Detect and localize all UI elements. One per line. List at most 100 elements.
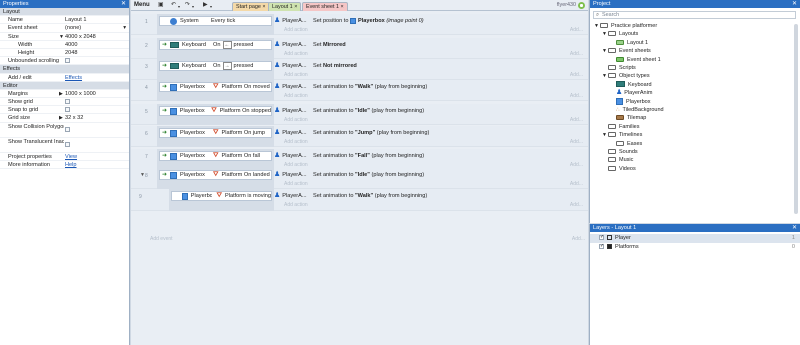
property-value[interactable]: 4000 x 2048 <box>64 33 129 40</box>
property-value[interactable] <box>64 123 129 137</box>
checkbox[interactable] <box>65 99 70 105</box>
property-row[interactable]: Add / edit Effects <box>0 74 129 82</box>
chevron-down-icon[interactable]: ▾ <box>123 24 126 32</box>
tree-node[interactable]: Eases <box>610 140 642 148</box>
property-value[interactable]: Help <box>64 161 129 168</box>
add-action-link[interactable]: Add action <box>284 139 308 145</box>
tab-layout-1[interactable]: Layout 1 × <box>268 2 302 11</box>
property-row[interactable]: Margins ▶ 1000 x 1000 <box>0 90 129 99</box>
event-row[interactable]: 7 ➜ Playerbox ⛛ Platform On fall ♟ PlayerA... S… <box>131 149 588 170</box>
close-icon[interactable]: ✕ <box>792 0 797 8</box>
tree-node[interactable]: Playerbox <box>610 97 650 106</box>
condition[interactable]: ➜ Playerbox ⛛ Platform On jump <box>159 128 272 138</box>
property-value[interactable]: (none) <box>64 24 129 31</box>
condition[interactable]: ➜ Keyboard On → pressed <box>159 61 272 71</box>
action-object[interactable]: ♟ PlayerA... <box>274 16 307 26</box>
search-input[interactable]: ⌕ Search <box>593 11 796 19</box>
add-sub-link[interactable]: Add... <box>570 117 583 123</box>
tree-node[interactable]: ▼ Layouts <box>602 30 638 38</box>
checkbox[interactable] <box>65 126 70 132</box>
lock-icon[interactable] <box>607 244 612 250</box>
action-text[interactable]: Set animation to "Jump" (play from begin… <box>313 128 429 138</box>
property-value[interactable]: Effects <box>64 74 129 81</box>
add-action-link[interactable]: Add action <box>284 117 308 123</box>
condition[interactable]: ➜ Playerbox ⛛ Platform On moved <box>159 82 272 92</box>
property-value[interactable] <box>64 57 129 64</box>
add-event-link[interactable]: Add event <box>150 236 173 242</box>
property-row[interactable]: Show Collision Polygons <box>0 123 129 138</box>
property-value[interactable]: Layout 1 <box>64 16 129 23</box>
layer-row[interactable]: ✓ Player 1 <box>590 234 800 243</box>
property-link[interactable]: Effects <box>65 75 82 81</box>
add-sub-link[interactable]: Add... <box>570 181 583 187</box>
redo-icon[interactable]: ↷ <box>185 1 190 10</box>
close-icon[interactable]: ✕ <box>121 0 126 8</box>
checkbox[interactable] <box>65 107 70 113</box>
property-row[interactable]: Unbounded scrolling <box>0 57 129 66</box>
action-object[interactable]: ♟ PlayerA... <box>274 106 307 116</box>
action-object[interactable]: ♟ PlayerA... <box>274 128 307 138</box>
add-action-link[interactable]: Add action <box>284 202 308 208</box>
username[interactable]: flyer430 <box>557 1 576 10</box>
lock-icon[interactable] <box>607 235 612 241</box>
event-row[interactable]: ▼ 8 ➜ Playerbox ⛛ Platform On landed ♟ PlayerA.… <box>131 168 588 189</box>
condition[interactable]: ➜ Playerbox ⛛ Platform On landed <box>159 170 272 180</box>
property-row[interactable]: Width 4000 <box>0 41 129 49</box>
property-value[interactable]: 4000 <box>64 41 129 48</box>
checkbox[interactable] <box>65 141 70 147</box>
property-row[interactable]: Size ▼ 4000 x 2048 <box>0 33 129 41</box>
undo-icon[interactable]: ↶ <box>171 1 176 10</box>
add-action-link[interactable]: Add action <box>284 51 308 57</box>
chevron-down-icon[interactable]: ▾ <box>210 2 212 11</box>
close-icon[interactable]: × <box>294 4 297 10</box>
add-sub-link[interactable]: Add... <box>570 93 583 99</box>
condition[interactable]: ➜ Playerbox ⛛ Platform On fall <box>159 151 272 161</box>
property-value[interactable] <box>64 138 129 152</box>
action-object[interactable]: ♟ PlayerA... <box>274 170 307 180</box>
property-row[interactable]: Show grid <box>0 98 129 107</box>
action-text[interactable]: Set position to Playerbox (image point 0… <box>313 16 424 26</box>
condition[interactable]: Playerbox ⛛Platform is moving <box>171 191 272 201</box>
property-row[interactable]: Project properties View <box>0 153 129 161</box>
tree-node[interactable]: Videos <box>602 165 636 173</box>
event-row[interactable]: 2 ➜ Keyboard On ← pressed ♟ PlayerA... Set Mirro… <box>131 38 588 59</box>
checkbox[interactable] <box>65 58 70 64</box>
play-icon[interactable]: ▶ <box>203 1 208 10</box>
tree-node[interactable]: ♟ PlayerAnim <box>610 89 652 97</box>
property-link[interactable]: Help <box>65 162 77 168</box>
add-sub-link[interactable]: Add... <box>570 27 583 33</box>
action-text[interactable]: Set animation to "Walk" (play from begin… <box>313 191 427 201</box>
property-row[interactable]: Height 2048 <box>0 49 129 58</box>
menu-button[interactable]: Menu <box>134 1 150 10</box>
tree-node[interactable]: Scripts <box>602 64 636 72</box>
tree-node[interactable]: Music <box>602 156 633 164</box>
event-row[interactable]: 1 System Every tick ♟ PlayerA... Set position… <box>131 14 588 35</box>
tree-node[interactable]: ∴ TiledBackground <box>610 106 664 114</box>
action-text[interactable]: Set Not mirrored <box>313 61 357 71</box>
property-value[interactable]: View <box>64 153 129 160</box>
tree-node[interactable]: ▼ Practice platformer <box>594 22 657 30</box>
property-row[interactable]: Name Layout 1 <box>0 16 129 25</box>
action-object[interactable]: ♟ PlayerA... <box>274 40 307 50</box>
action-object[interactable]: ♟ PlayerA... <box>274 191 307 201</box>
expand-right-icon[interactable]: ▶ <box>59 90 63 98</box>
tree-node[interactable]: Families <box>602 123 639 131</box>
action-text[interactable]: Set animation to "Idle" (play from begin… <box>313 106 424 116</box>
chevron-down-icon[interactable]: ▾ <box>178 2 180 11</box>
property-row[interactable]: Snap to grid <box>0 106 129 115</box>
property-row[interactable]: Grid size ▶ 32 x 32 <box>0 114 129 123</box>
tree-node[interactable]: Tilemap <box>610 114 646 122</box>
property-value[interactable] <box>64 98 129 105</box>
action-text[interactable]: Set animation to "Fall" (play from begin… <box>313 151 424 161</box>
condition[interactable]: System Every tick <box>159 16 272 26</box>
add-sub-link[interactable]: Add... <box>570 139 583 145</box>
avatar[interactable] <box>578 2 585 9</box>
chevron-down-icon[interactable]: ▾ <box>192 2 194 11</box>
layer-row[interactable]: ✓ Platforms 0 <box>590 243 800 252</box>
tab-start-page[interactable]: Start page × <box>232 2 270 11</box>
action-object[interactable]: ♟ PlayerA... <box>274 61 307 71</box>
add-action-link[interactable]: Add action <box>284 93 308 99</box>
visibility-checkbox[interactable]: ✓ <box>599 243 604 250</box>
close-icon[interactable]: × <box>340 4 343 10</box>
add-action-link[interactable]: Add action <box>284 181 308 187</box>
